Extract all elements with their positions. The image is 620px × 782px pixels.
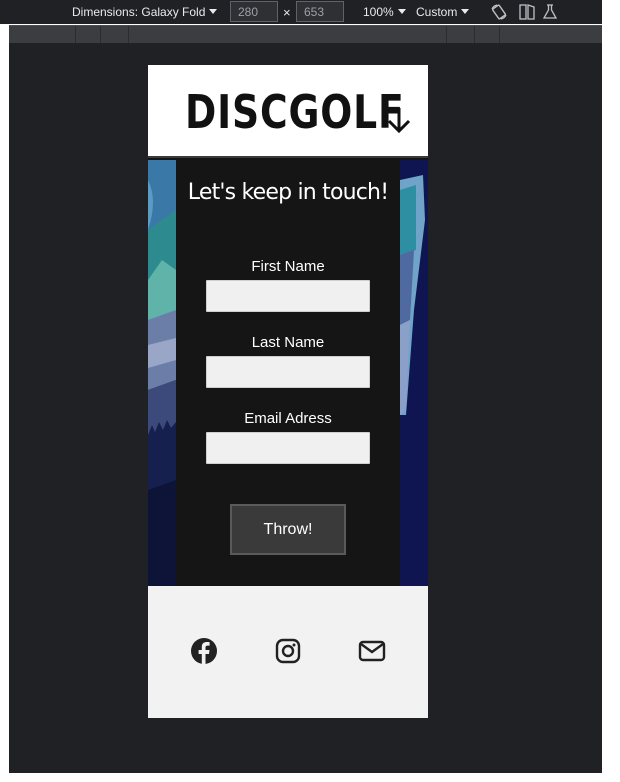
site-header: DISCGOLF	[148, 65, 428, 158]
ruler-divider	[75, 26, 76, 43]
ruler-divider	[499, 26, 500, 43]
dual-screen-icon[interactable]	[518, 3, 536, 21]
device-viewport: DISCGOLF Let's keep in touch! First Name…	[148, 65, 428, 718]
contact-form: Let's keep in touch! First Name Last Nam…	[176, 160, 400, 586]
width-input[interactable]	[230, 1, 278, 22]
last-name-field[interactable]	[206, 356, 370, 388]
first-name-field[interactable]	[206, 280, 370, 312]
hero-section: Let's keep in touch! First Name Last Nam…	[148, 160, 428, 586]
zoom-dropdown[interactable]: 100%	[363, 0, 406, 24]
throw-submit-button[interactable]: Throw!	[230, 504, 346, 555]
email-label: Email Adress	[244, 410, 332, 427]
times-sign: ×	[283, 5, 291, 20]
media-query-bar	[9, 25, 602, 43]
ruler-divider	[446, 26, 447, 43]
flask-icon[interactable]	[541, 3, 559, 21]
chevron-down-icon	[461, 9, 470, 14]
device-toolbar: Dimensions: Galaxy Fold × 100% Custom	[0, 0, 602, 24]
ruler-divider	[474, 26, 475, 43]
facebook-icon[interactable]	[190, 637, 218, 665]
arrow-down-icon[interactable]	[386, 105, 412, 135]
height-input[interactable]	[296, 1, 344, 22]
last-name-label: Last Name	[251, 334, 325, 351]
site-logo[interactable]: DISCGOLF	[185, 85, 405, 139]
mail-icon[interactable]	[358, 637, 386, 665]
rotate-icon[interactable]	[490, 3, 508, 21]
device-dimensions-dropdown[interactable]: Dimensions: Galaxy Fold	[72, 0, 218, 24]
ruler-divider	[100, 26, 101, 43]
form-title: Let's keep in touch!	[187, 180, 389, 205]
zoom-label: 100%	[363, 5, 394, 19]
chevron-down-icon	[397, 9, 406, 14]
email-field[interactable]	[206, 432, 370, 464]
throttle-dropdown[interactable]: Custom	[416, 0, 470, 24]
first-name-label: First Name	[251, 258, 325, 275]
device-dimensions-label: Dimensions: Galaxy Fold	[72, 5, 206, 19]
chevron-down-icon	[209, 9, 218, 14]
ruler-divider	[128, 26, 129, 43]
throttle-label: Custom	[416, 5, 458, 19]
instagram-icon[interactable]	[274, 637, 302, 665]
